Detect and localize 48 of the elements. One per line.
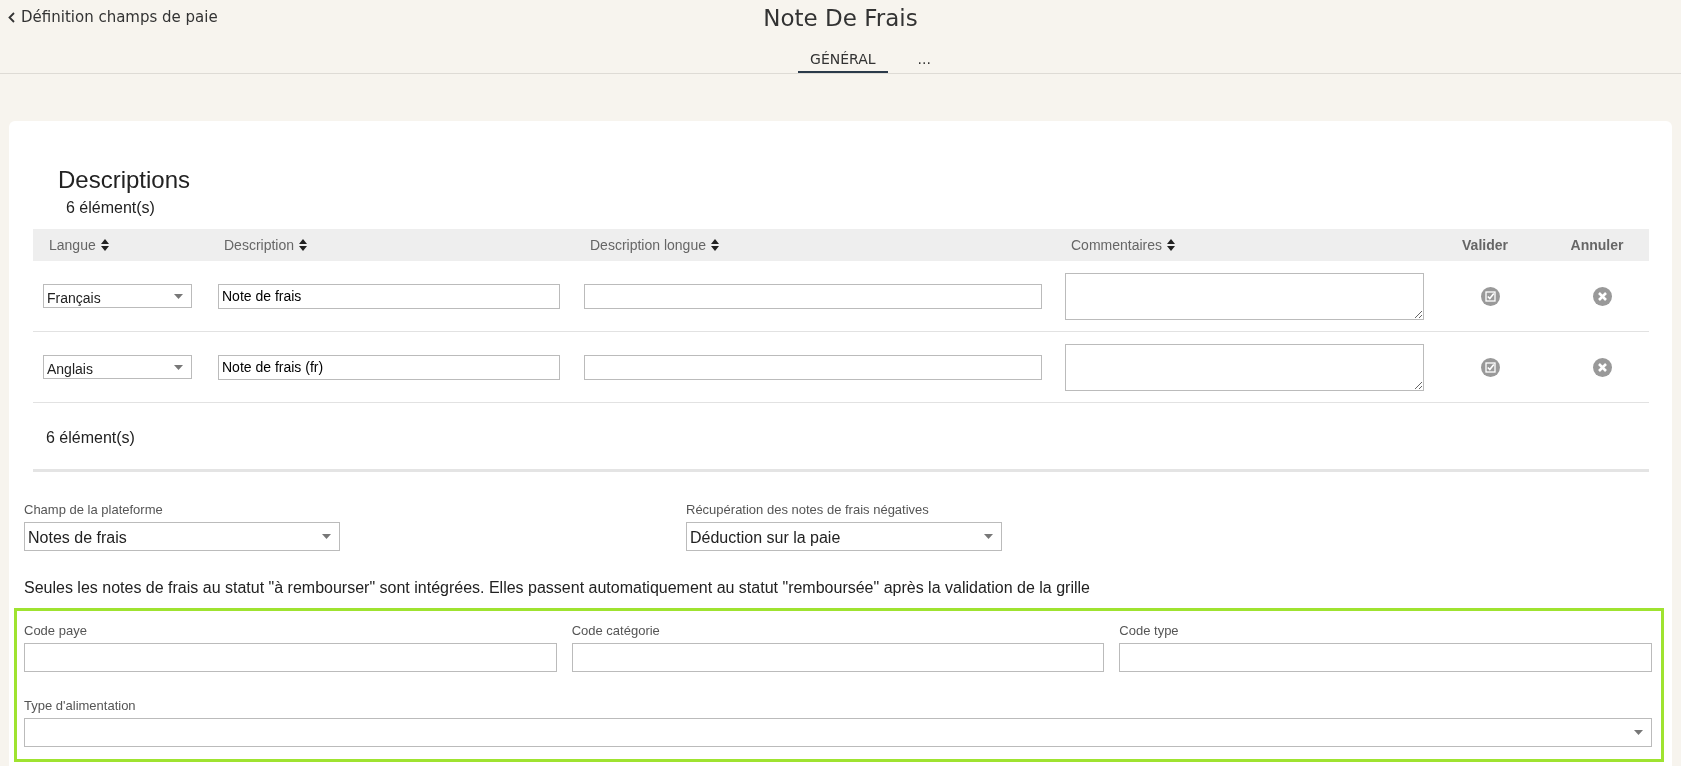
column-header[interactable]: Description bbox=[224, 237, 295, 253]
select-field[interactable]: Déduction sur la paie bbox=[686, 522, 1002, 551]
sort-icon[interactable] bbox=[710, 239, 719, 251]
language-select[interactable]: Français bbox=[43, 284, 192, 308]
dropdown-caret-icon bbox=[322, 534, 331, 539]
description-input[interactable]: Note de frais (fr) bbox=[218, 354, 560, 380]
input-field[interactable] bbox=[24, 643, 557, 672]
field-label: Champ de la plateforme bbox=[24, 502, 164, 517]
description-input[interactable]: Note de frais bbox=[218, 283, 560, 309]
input-field[interactable] bbox=[1119, 643, 1652, 672]
column-header: Valider bbox=[1462, 237, 1508, 253]
cancel-icon[interactable] bbox=[1592, 357, 1612, 377]
chevron-left-icon bbox=[8, 11, 15, 23]
input-field[interactable] bbox=[571, 643, 1105, 672]
column-header[interactable]: Commentaires bbox=[1071, 237, 1163, 253]
validate-icon[interactable] bbox=[1480, 357, 1500, 377]
sort-icon[interactable] bbox=[100, 239, 109, 251]
back-link[interactable]: Définition champs de paie bbox=[8, 8, 218, 26]
language-select[interactable]: Anglais bbox=[43, 355, 192, 379]
tab[interactable]: ... bbox=[905, 51, 943, 73]
dropdown-caret-icon bbox=[174, 364, 183, 370]
column-header[interactable]: Langue bbox=[49, 237, 96, 253]
sort-icon[interactable] bbox=[1167, 239, 1176, 251]
tab[interactable]: GÉNÉRAL bbox=[798, 51, 888, 73]
field-label: Code type bbox=[1119, 623, 1180, 638]
select-field[interactable] bbox=[24, 718, 1652, 747]
item-count: 6 élément(s) bbox=[66, 199, 156, 217]
column-header: Annuler bbox=[1570, 237, 1624, 253]
section-title: Descriptions bbox=[58, 166, 192, 194]
field-label: Code catégorie bbox=[571, 623, 661, 638]
dropdown-caret-icon bbox=[984, 534, 993, 539]
cancel-icon[interactable] bbox=[1592, 286, 1612, 306]
field-label: Type d'alimentation bbox=[24, 698, 137, 713]
column-header[interactable]: Description longue bbox=[590, 237, 706, 253]
dropdown-caret-icon bbox=[1634, 730, 1643, 735]
page-title: Note De Frais bbox=[763, 5, 918, 31]
select-field[interactable]: Notes de frais bbox=[24, 522, 340, 551]
item-count: 6 élément(s) bbox=[33, 403, 1649, 472]
long-description-input[interactable] bbox=[584, 283, 1042, 309]
field-label: Code paye bbox=[24, 623, 88, 638]
validate-icon[interactable] bbox=[1480, 286, 1500, 306]
comments-textarea[interactable] bbox=[1065, 272, 1424, 320]
field-label: Récupération des notes de frais négatives bbox=[686, 502, 930, 517]
sort-icon[interactable] bbox=[299, 239, 308, 251]
info-text: Seules les notes de frais au statut "à rembourser" sont intégrées. Elles passent automatiquement au statut "remboursée" après la validation de la grille bbox=[24, 579, 1091, 597]
long-description-input[interactable] bbox=[584, 354, 1042, 380]
dropdown-caret-icon bbox=[174, 293, 183, 299]
comments-textarea[interactable] bbox=[1065, 343, 1424, 391]
